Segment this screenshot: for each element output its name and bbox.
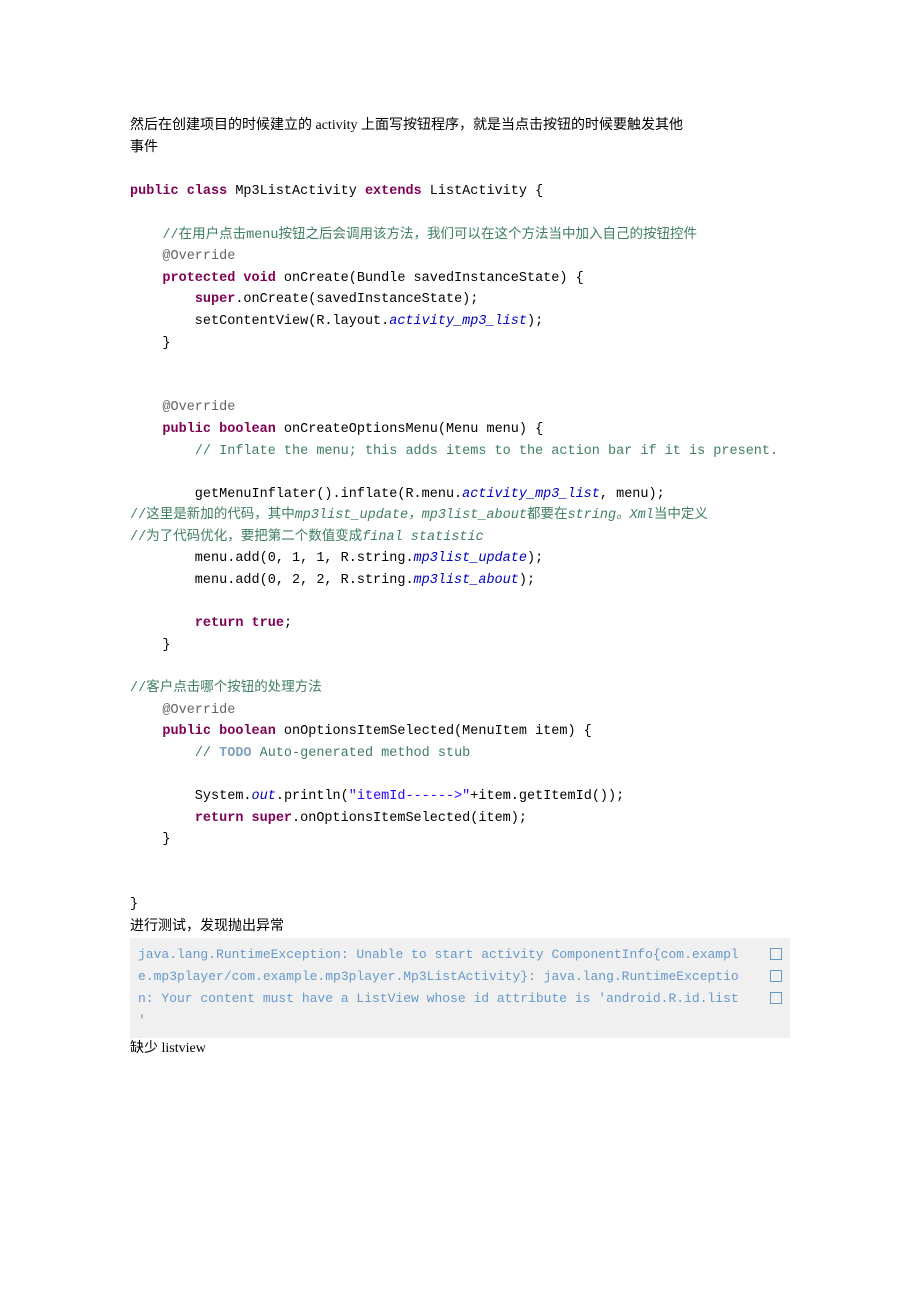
- close-paren-1: );: [527, 314, 543, 329]
- error-line-3: n: Your content must have a ListView who…: [138, 988, 782, 1010]
- comment-inflate: // Inflate the menu; this adds items to …: [195, 444, 778, 459]
- menu-id: activity_mp3_list: [462, 487, 600, 502]
- super-oncreate: .onCreate(savedInstanceState);: [235, 292, 478, 307]
- close-paren-4: );: [519, 573, 535, 588]
- kw-public-boolean-1: public boolean: [162, 422, 275, 437]
- kw-protected-void: protected void: [162, 271, 275, 286]
- println-open: .println(: [276, 789, 349, 804]
- kw-public-class: public class: [130, 184, 227, 199]
- class-name: Mp3ListActivity: [227, 184, 365, 199]
- comment-4-b: final statistic: [362, 530, 484, 545]
- semicolon-1: ;: [284, 616, 292, 631]
- comment-3-b: mp3list_update，mp3list_about: [295, 508, 527, 523]
- setcontentview-call: setContentView(R.layout.: [130, 314, 389, 329]
- kw-return-super: return super: [195, 811, 292, 826]
- layout-id: activity_mp3_list: [389, 314, 527, 329]
- annotation-override-1: @Override: [162, 249, 235, 264]
- intro-line-2: 事件: [130, 140, 158, 155]
- oncreatemenu-sig: onCreateOptionsMenu(Menu menu) {: [276, 422, 543, 437]
- kw-super-1: super: [195, 292, 236, 307]
- close-paren-2: , menu);: [600, 487, 665, 502]
- error-line-4: ': [138, 1010, 782, 1032]
- error-text-1: java.lang.RuntimeException: Unable to st…: [138, 944, 739, 966]
- error-box: java.lang.RuntimeException: Unable to st…: [130, 938, 790, 1038]
- out-field: out: [252, 789, 276, 804]
- error-line-2: e.mp3player/com.example.mp3player.Mp3Lis…: [138, 966, 782, 988]
- error-text-3: n: Your content must have a ListView who…: [138, 988, 739, 1010]
- close-paren-3: );: [527, 551, 543, 566]
- comment-1: //在用户点击menu按钮之后会调用该方法，我们可以在这个方法当中加入自己的按钮…: [162, 228, 697, 243]
- super-class: ListActivity {: [422, 184, 544, 199]
- square-icon: [770, 992, 782, 1004]
- test-result-text: 进行测试，发现抛出异常: [130, 916, 790, 938]
- intro-line-1: 然后在创建项目的时候建立的 activity 上面写按钮程序，就是当点击按钮的时…: [130, 118, 683, 133]
- comment-4-a: //为了代码优化，要把第二个数值变成: [130, 530, 362, 545]
- oncreate-sig: onCreate(Bundle savedInstanceState) {: [276, 271, 584, 286]
- test-result-line: 进行测试，发现抛出异常: [130, 919, 284, 934]
- intro-text: 然后在创建项目的时候建立的 activity 上面写按钮程序，就是当点击按钮的时…: [130, 115, 790, 160]
- comment-3-e: 当中定义: [654, 508, 708, 523]
- menu-add-2: menu.add(0, 2, 2, R.string.: [130, 573, 414, 588]
- kw-public-boolean-2: public boolean: [162, 724, 275, 739]
- square-icon: [770, 970, 782, 982]
- annotation-override-3: @Override: [162, 703, 235, 718]
- super-onoptions: .onOptionsItemSelected(item);: [292, 811, 527, 826]
- missing-listview-line: 缺少 listview: [130, 1041, 206, 1056]
- comment-3-c: 都要在: [527, 508, 568, 523]
- system-out: System.: [130, 789, 252, 804]
- comment-todo-a: //: [195, 746, 219, 761]
- error-text-2: e.mp3player/com.example.mp3player.Mp3Lis…: [138, 966, 739, 988]
- kw-extends: extends: [365, 184, 422, 199]
- println-close: +item.getItemId());: [470, 789, 624, 804]
- string-update: mp3list_update: [414, 551, 527, 566]
- square-icon: [770, 948, 782, 960]
- onoptionsitem-sig: onOptionsItemSelected(MenuItem item) {: [276, 724, 592, 739]
- comment-5: //客户点击哪个按钮的处理方法: [130, 681, 322, 696]
- code-block: public class Mp3ListActivity extends Lis…: [130, 160, 790, 916]
- annotation-override-2: @Override: [162, 400, 235, 415]
- comment-3-a: //这里是新加的代码，其中: [130, 508, 295, 523]
- missing-listview-text: 缺少 listview: [130, 1038, 790, 1060]
- comment-todo-b: TODO: [219, 746, 251, 761]
- menu-add-1: menu.add(0, 1, 1, R.string.: [130, 551, 414, 566]
- comment-3-d: string。Xml: [567, 508, 653, 523]
- getmenuinflater-call: getMenuInflater().inflate(R.menu.: [130, 487, 462, 502]
- error-line-1: java.lang.RuntimeException: Unable to st…: [138, 944, 782, 966]
- string-about: mp3list_about: [414, 573, 519, 588]
- string-literal: "itemId------>": [349, 789, 471, 804]
- kw-return-true: return true: [195, 616, 284, 631]
- error-text-4: ': [138, 1010, 146, 1032]
- comment-todo-c: Auto-generated method stub: [252, 746, 471, 761]
